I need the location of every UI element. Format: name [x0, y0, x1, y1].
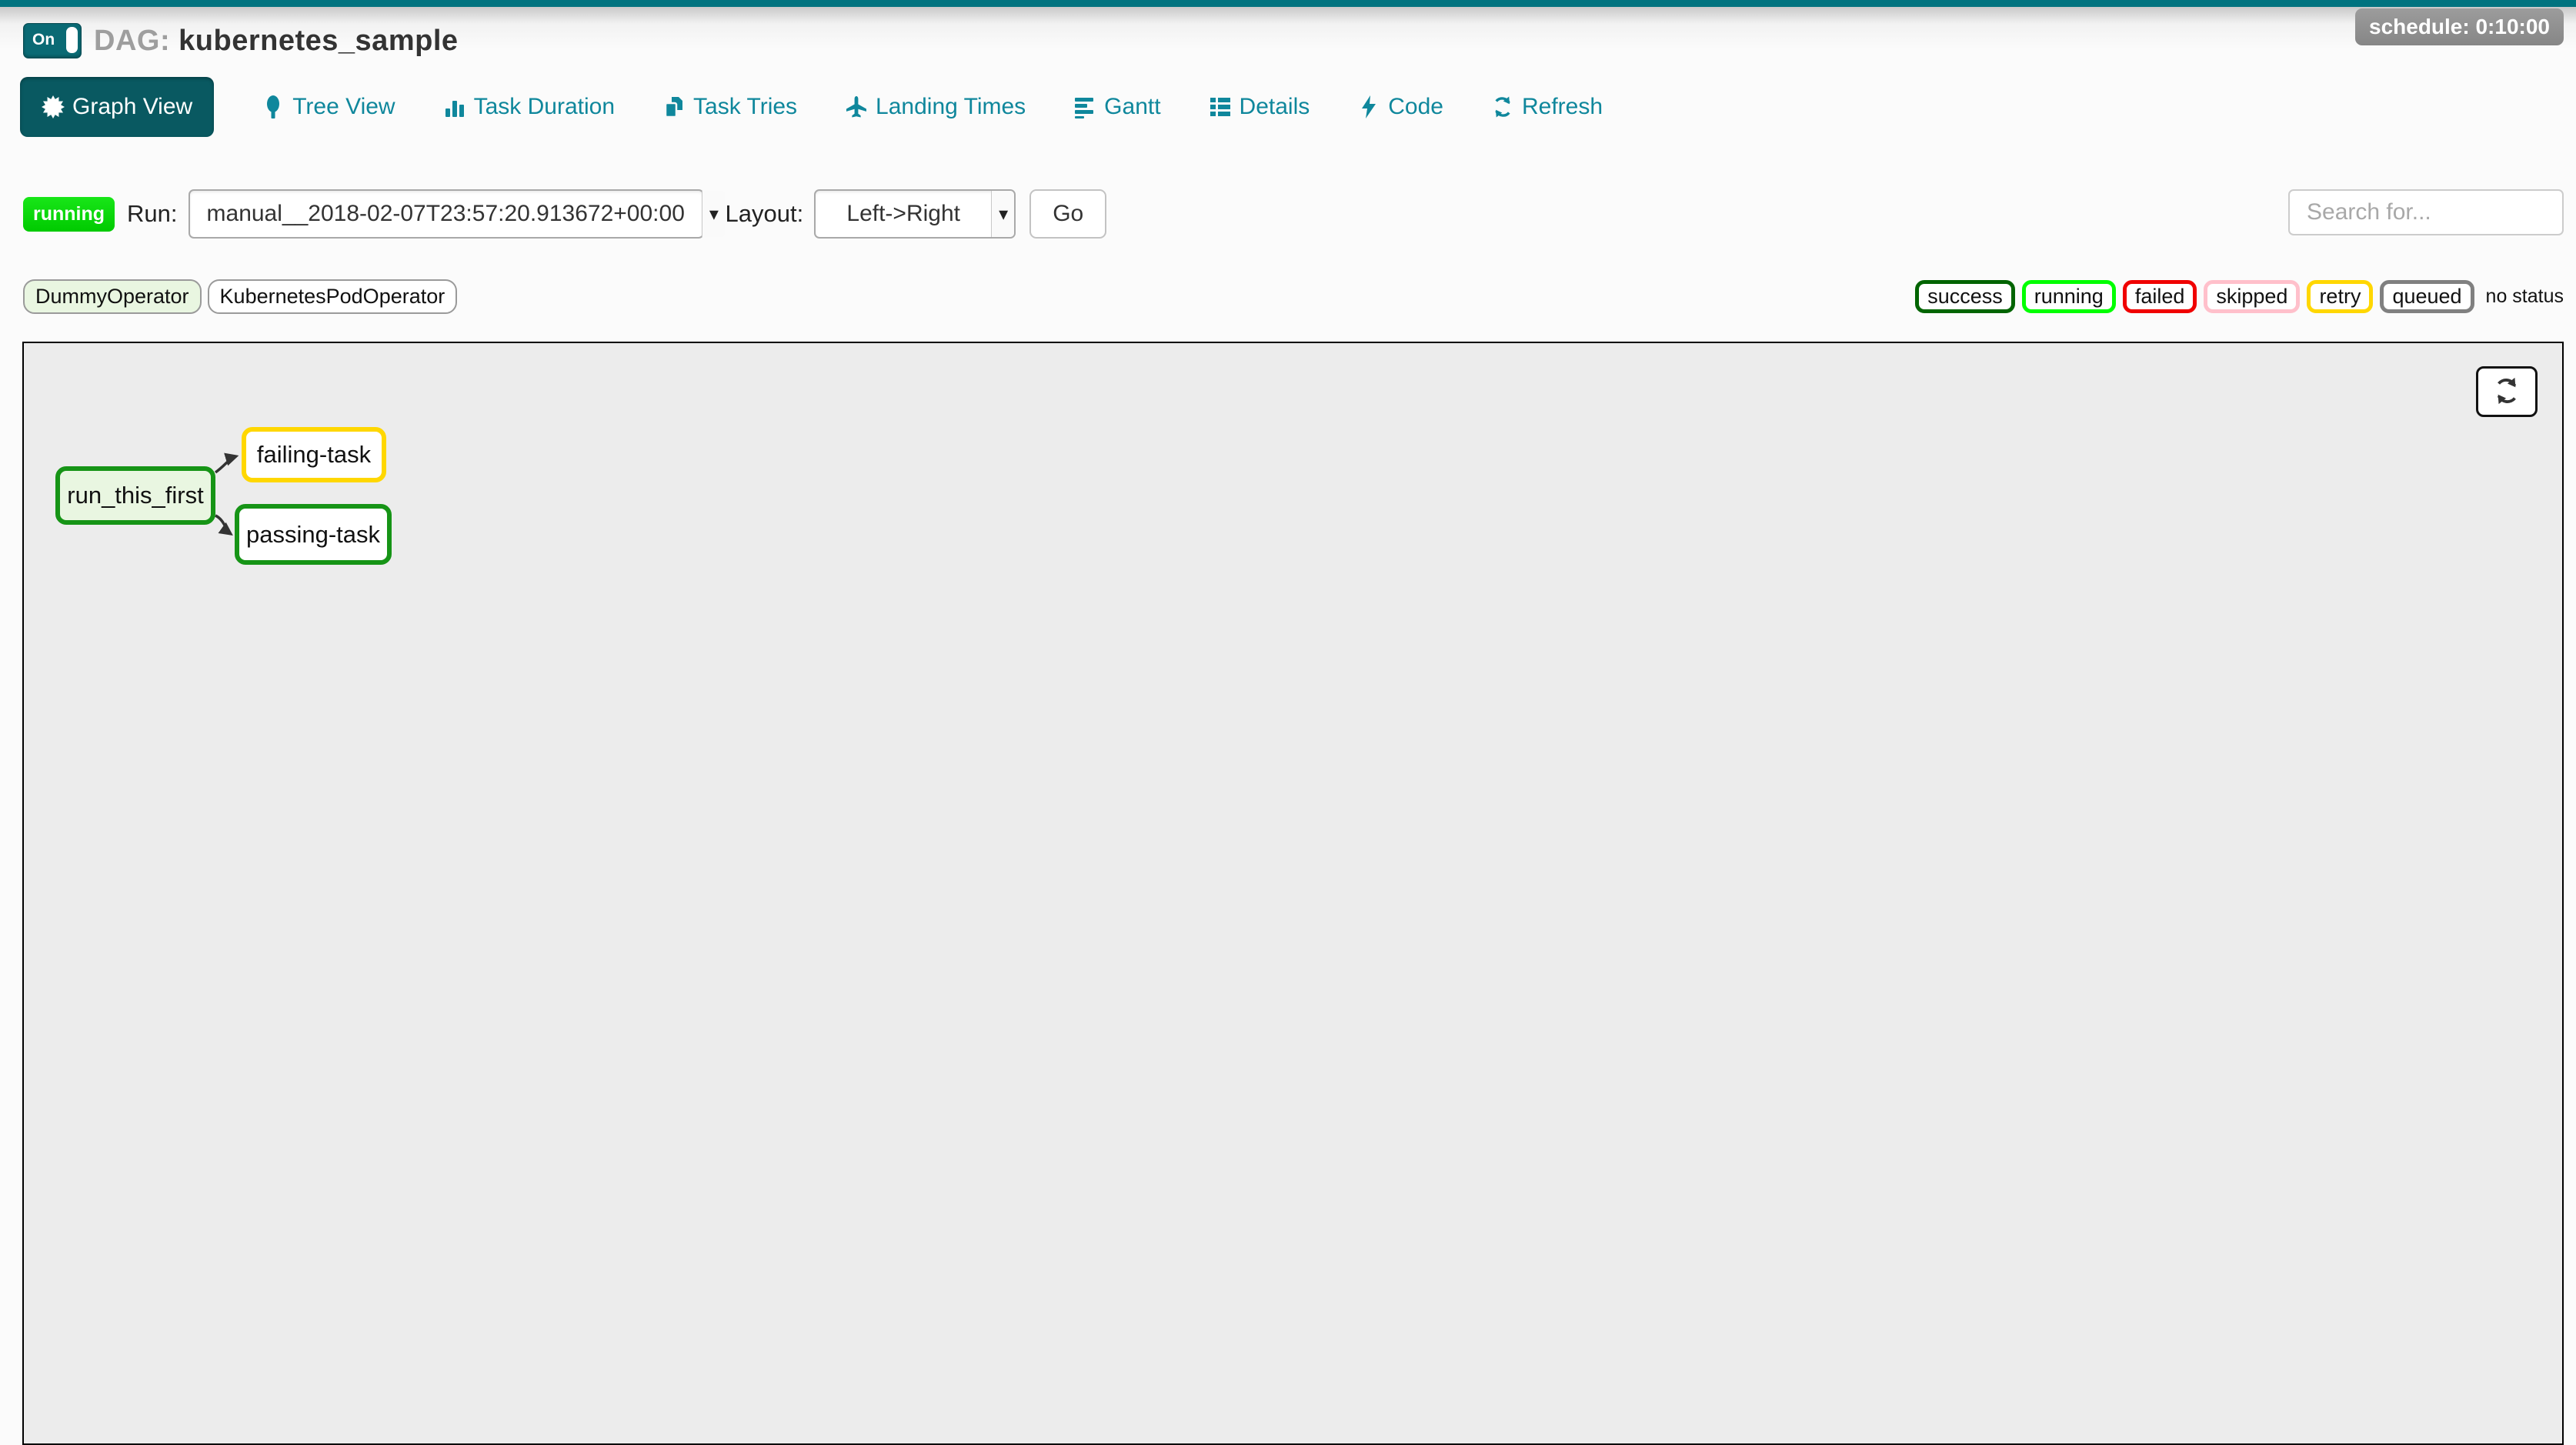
state-label-no-status: no status — [2481, 285, 2564, 308]
node-label: failing-task — [257, 441, 371, 469]
state-badge-retry: retry — [2307, 280, 2373, 313]
schedule-badge: schedule: 0:10:00 — [2355, 8, 2564, 45]
run-select[interactable]: manual__2018-02-07T23:57:20.913672+00:00… — [189, 189, 704, 239]
bolt-icon — [1357, 95, 1380, 118]
dag-name-label: kubernetes_sample — [179, 25, 458, 57]
dag-header: On DAG: kubernetes_sample — [23, 23, 459, 58]
tab-label: Code — [1388, 94, 1443, 120]
tab-label: Task Duration — [474, 94, 615, 120]
plane-icon — [845, 95, 868, 118]
state-badge-skipped: skipped — [2204, 280, 2300, 313]
tab-refresh[interactable]: Refresh — [1491, 94, 1603, 120]
tab-code[interactable]: Code — [1357, 94, 1443, 120]
toggle-knob — [66, 27, 78, 53]
dag-graph-canvas[interactable]: run_this_first failing-task passing-task — [22, 342, 2564, 1445]
tab-tree-view[interactable]: Tree View — [262, 94, 395, 120]
graph-node-passing-task[interactable]: passing-task — [235, 504, 392, 565]
tab-label: Graph View — [72, 94, 192, 120]
run-bar: running Run: manual__2018-02-07T23:57:20… — [23, 189, 1106, 239]
tab-label: Refresh — [1522, 94, 1603, 120]
dag-prefix-label: DAG: — [94, 25, 170, 57]
tab-graph-view[interactable]: Graph View — [20, 77, 214, 137]
tab-details[interactable]: Details — [1209, 94, 1310, 120]
dag-run-state-badge: running — [23, 197, 115, 232]
layout-select[interactable]: Left->Right ▾ — [814, 189, 1016, 239]
operator-pill-dummy[interactable]: DummyOperator — [23, 279, 202, 314]
tab-label: Task Tries — [693, 94, 797, 120]
run-select-value: manual__2018-02-07T23:57:20.913672+00:00 — [190, 201, 702, 227]
top-navbar-strip — [0, 0, 2576, 7]
tab-gantt[interactable]: Gantt — [1073, 94, 1160, 120]
sunburst-icon — [42, 95, 65, 118]
graph-refresh-button[interactable] — [2476, 366, 2538, 417]
refresh-icon — [2491, 376, 2523, 408]
layout-select-value: Left->Right — [816, 201, 991, 227]
bar-chart-icon — [443, 95, 466, 118]
tree-icon — [262, 95, 285, 118]
legend-bar: DummyOperator KubernetesPodOperator succ… — [23, 279, 2564, 314]
tab-label: Landing Times — [876, 94, 1026, 120]
tab-task-duration[interactable]: Task Duration — [443, 94, 615, 120]
tab-label: Tree View — [292, 94, 395, 120]
list-icon — [1209, 95, 1232, 118]
state-badge-success: success — [1915, 280, 2015, 313]
operator-pill-kubernetespod[interactable]: KubernetesPodOperator — [208, 279, 458, 314]
search-input[interactable] — [2288, 189, 2564, 235]
layout-label: Layout: — [726, 200, 804, 228]
tab-label: Details — [1240, 94, 1310, 120]
edge-run-this-first-to-passing-task — [215, 516, 231, 534]
node-label: passing-task — [246, 521, 380, 549]
copy-icon — [662, 95, 686, 118]
edge-run-this-first-to-failing-task — [215, 456, 236, 472]
graph-node-run-this-first[interactable]: run_this_first — [55, 466, 215, 525]
chevron-down-icon: ▾ — [702, 191, 725, 237]
page-title: DAG: kubernetes_sample — [94, 25, 459, 58]
tab-label: Gantt — [1104, 94, 1160, 120]
state-legend: success running failed skipped retry que… — [1915, 280, 2564, 313]
state-badge-failed: failed — [2123, 280, 2197, 313]
go-button[interactable]: Go — [1029, 189, 1106, 239]
refresh-icon — [1491, 95, 1514, 118]
run-label: Run: — [127, 200, 177, 228]
tab-task-tries[interactable]: Task Tries — [662, 94, 797, 120]
state-badge-running: running — [2022, 280, 2116, 313]
dag-on-off-toggle[interactable]: On — [23, 23, 82, 58]
operator-legend: DummyOperator KubernetesPodOperator — [23, 279, 457, 314]
graph-node-failing-task[interactable]: failing-task — [242, 427, 386, 482]
toggle-on-label: On — [32, 31, 55, 49]
tab-landing-times[interactable]: Landing Times — [845, 94, 1026, 120]
gantt-bars-icon — [1073, 95, 1096, 118]
state-badge-queued: queued — [2380, 280, 2474, 313]
view-tabs: Graph View Tree View Task Duration Task … — [20, 77, 1603, 137]
chevron-down-icon: ▾ — [991, 191, 1014, 237]
node-label: run_this_first — [67, 482, 203, 509]
